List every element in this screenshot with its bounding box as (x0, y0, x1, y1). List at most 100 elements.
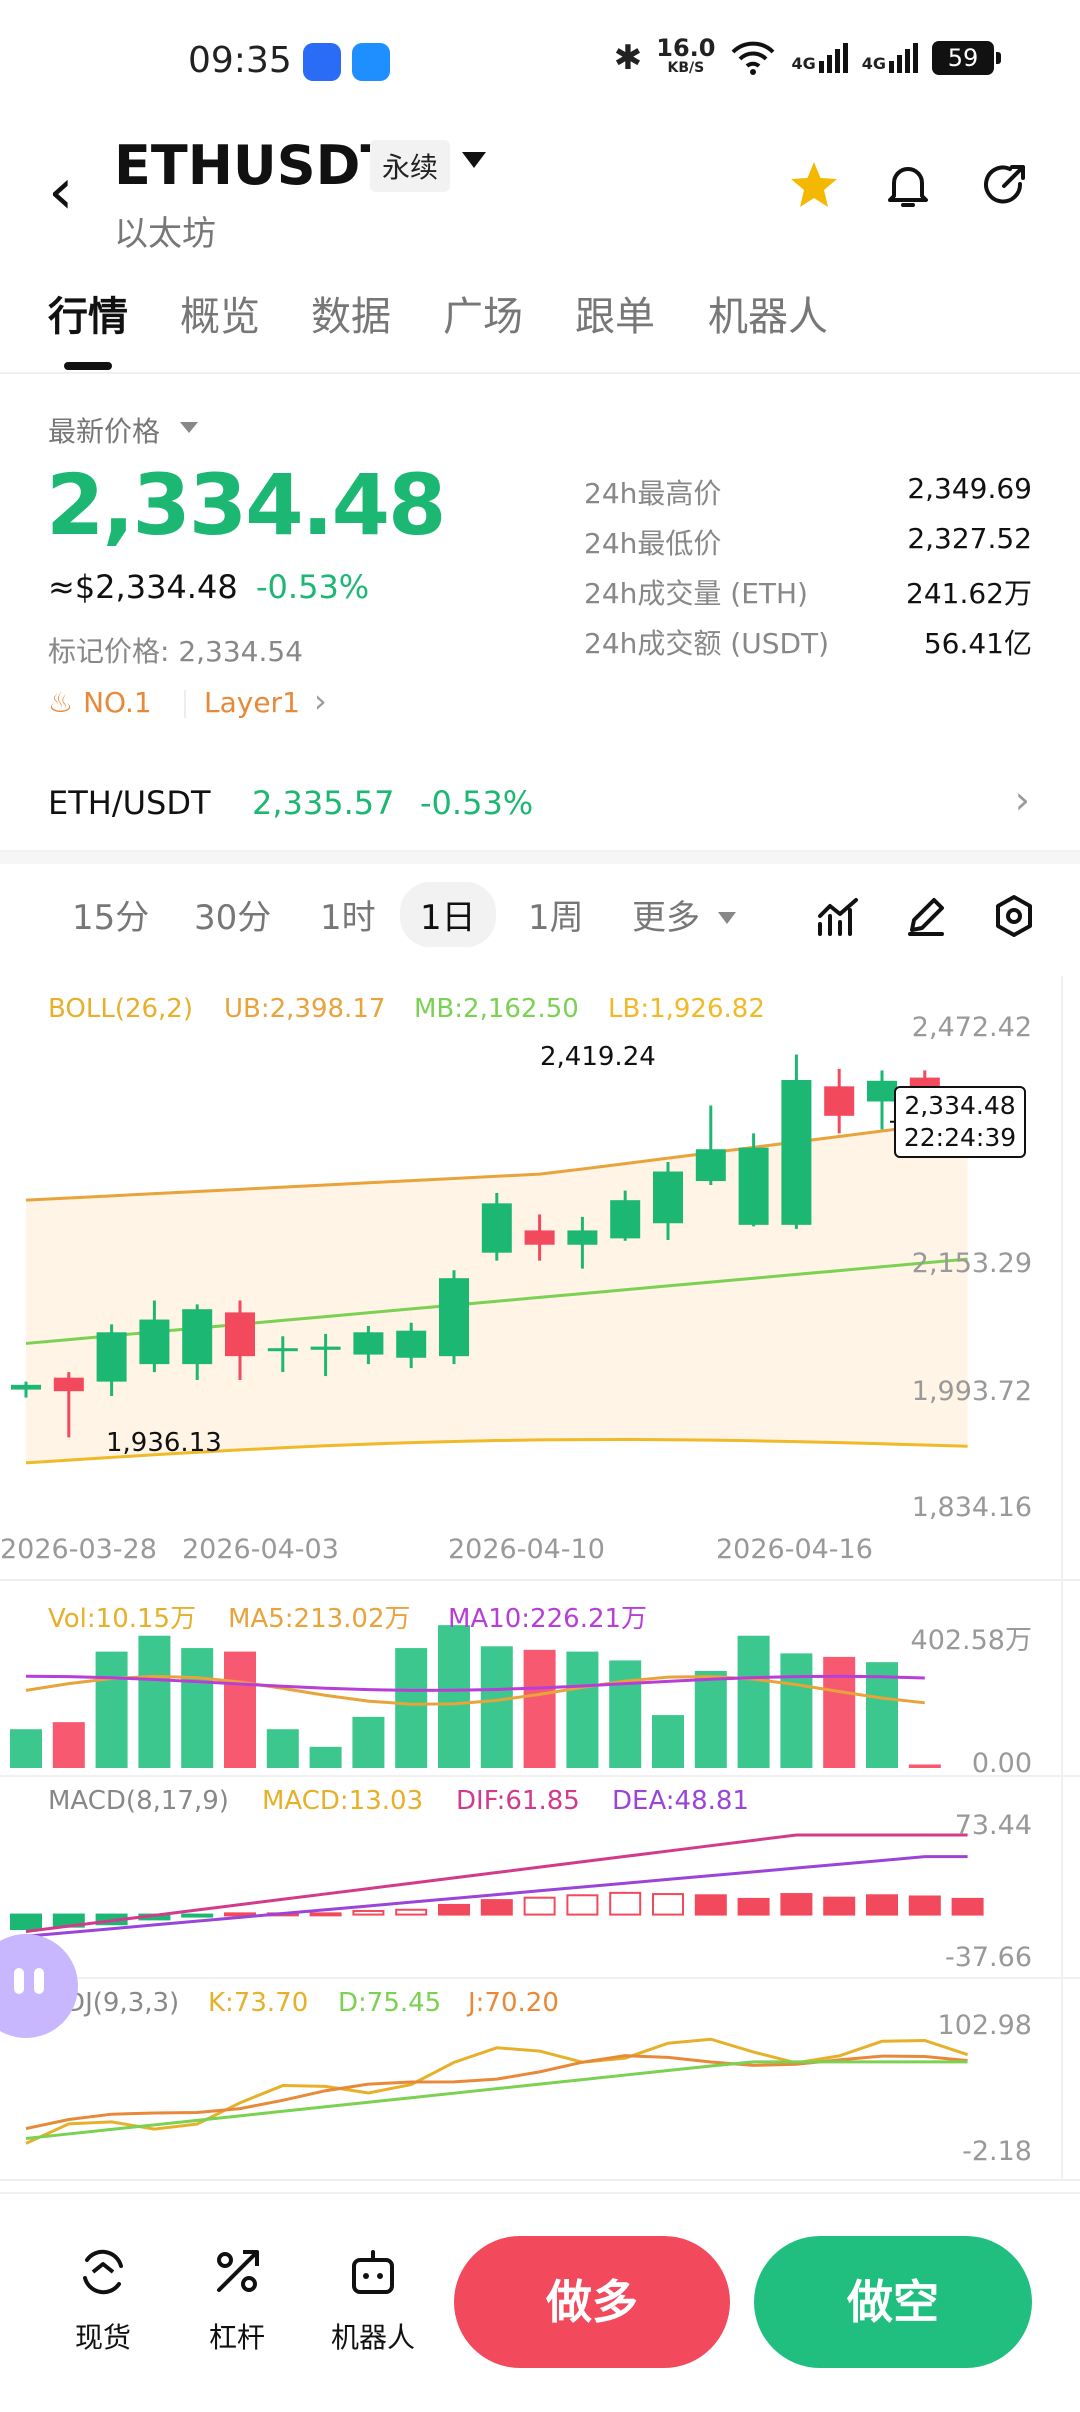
current-price-value: 2,334.48 (904, 1091, 1016, 1120)
tab-bots[interactable]: 机器人 (708, 284, 828, 342)
last-price: 2,334.48 (46, 456, 447, 554)
rank-badge[interactable]: ♨ NO.1 (48, 686, 152, 719)
volume-bar (523, 1649, 556, 1768)
interval-1d[interactable]: 1日 (400, 882, 496, 947)
latest-price-label[interactable]: 最新价格 (48, 410, 160, 450)
candle-body (781, 1079, 812, 1225)
volume-axis-tick: 0.00 (971, 1748, 1032, 1779)
volume-bar (438, 1625, 470, 1768)
back-button[interactable]: ‹ (48, 160, 74, 224)
price-axis-tick: 2,153.29 (911, 1248, 1032, 1279)
macd-histogram-bar (951, 1897, 984, 1916)
macd-histogram-bar (438, 1903, 470, 1916)
candle-countdown: 22:24:39 (903, 1123, 1017, 1152)
volume-bar (181, 1648, 214, 1768)
macd-histogram-bar (694, 1894, 727, 1916)
nav-robot-label: 机器人 (330, 2321, 415, 2354)
volume-bar (652, 1715, 684, 1768)
time-axis-tick: 2026-03-28 (0, 1534, 157, 1565)
chevron-right-icon[interactable]: › (1015, 778, 1030, 822)
interval-1w[interactable]: 1周 (528, 890, 584, 939)
tab-data[interactable]: 数据 (311, 284, 391, 342)
macd-label: MACD(8,17,9) (48, 1786, 229, 1816)
page-title: ETHUSDT (114, 134, 398, 197)
tab-overview[interactable]: 概览 (180, 284, 260, 342)
nav-leverage-label: 杠杆 (208, 2321, 265, 2354)
draw-icon[interactable] (904, 894, 948, 938)
nav-spot-label: 现货 (74, 2321, 131, 2354)
long-button[interactable]: 做多 (454, 2236, 730, 2368)
macd-histogram-bar (523, 1896, 556, 1916)
price-axis-tick: 1,993.72 (911, 1376, 1032, 1407)
candle-body (182, 1309, 213, 1365)
current-price-box[interactable]: 2,334.48 22:24:39 (894, 1086, 1026, 1158)
flame-icon: ♨ (48, 686, 74, 719)
kline-chart[interactable]: BOLL(26,2) UB:2,398.17 MB:2,162.50 LB:1,… (0, 976, 1080, 2184)
boll-mb: MB:2,162.50 (414, 994, 579, 1024)
mark-price: 标记价格: 2,334.54 (48, 635, 304, 668)
bell-icon[interactable] (878, 156, 938, 216)
tab-market[interactable]: 行情 (48, 284, 128, 342)
volume-bar (566, 1651, 599, 1768)
volume-bar (780, 1653, 813, 1768)
macd-axis-tick: -37.66 (944, 1942, 1032, 1973)
time-axis-tick: 2026-04-03 (182, 1534, 339, 1565)
settings-icon[interactable] (992, 894, 1036, 938)
short-button[interactable]: 做空 (754, 2236, 1032, 2368)
nav-leverage[interactable]: 杠杆 (182, 2244, 292, 2356)
macd-histogram-bar (609, 1891, 642, 1916)
main-tabs: 行情 概览 数据 广场 跟单 机器人 (0, 270, 1080, 374)
price-change: -0.53% (256, 568, 370, 606)
time-axis-tick: 2026-04-16 (716, 1534, 873, 1565)
ma10-label: MA10:226.21万 (448, 1604, 648, 1634)
volume-bar (352, 1716, 385, 1768)
kdj-axis-tick: 102.98 (937, 2010, 1032, 2041)
candle-body (610, 1200, 641, 1239)
macd-histogram-bar (866, 1894, 898, 1916)
nav-robot[interactable]: 机器人 (318, 2244, 428, 2356)
rank-badge-text: NO.1 (83, 686, 152, 719)
boll-band-fill (26, 1120, 968, 1463)
interval-more[interactable]: 更多 (632, 890, 700, 939)
macd-histogram-bar (566, 1894, 599, 1916)
stat-value: 2,327.52 (907, 522, 1032, 555)
ma5-label: MA5:213.02万 (228, 1604, 411, 1634)
chevron-down-icon[interactable] (462, 152, 486, 168)
chevron-right-icon[interactable]: › (314, 682, 327, 720)
candle-body (567, 1230, 598, 1245)
candle-body (695, 1149, 726, 1182)
caret-down-icon[interactable] (180, 422, 198, 433)
spot-pair-row[interactable]: ETH/USDT 2,335.57 -0.53% › (0, 760, 1080, 852)
volume-bar (737, 1635, 770, 1768)
candle-body (310, 1346, 341, 1350)
caret-down-icon[interactable] (718, 912, 736, 924)
net-speed: 16.0 KB/S (656, 36, 715, 78)
bluetooth-icon: ✱ (613, 38, 643, 78)
candle-body (524, 1230, 555, 1245)
candle-body (481, 1203, 512, 1253)
interval-30m[interactable]: 30分 (194, 890, 271, 939)
kdj-k-line (25, 2054, 968, 2131)
macd-histogram-bar (823, 1896, 856, 1916)
kdj-k: K:73.70 (208, 1988, 309, 2018)
contract-type-tag[interactable]: 永续 (370, 140, 451, 192)
share-icon[interactable] (974, 156, 1034, 216)
macd-histogram-bar (352, 1909, 385, 1916)
sector-badge[interactable]: Layer1 (204, 686, 300, 719)
candle-body (396, 1330, 427, 1358)
leverage-icon (217, 2250, 259, 2292)
spot-pair-name: ETH/USDT (48, 784, 211, 822)
star-icon[interactable] (784, 156, 844, 216)
wifi-icon (732, 41, 775, 75)
usd-price: ≈$2,334.48 (48, 568, 238, 606)
tab-copy-trading[interactable]: 跟单 (575, 284, 655, 342)
dea-value: DEA:48.81 (612, 1786, 749, 1816)
indicator-icon[interactable] (816, 894, 860, 938)
kdj-d: D:75.45 (338, 1988, 442, 2018)
nav-spot[interactable]: 现货 (48, 2244, 158, 2356)
tab-square[interactable]: 广场 (443, 284, 523, 342)
interval-1h[interactable]: 1时 (320, 890, 376, 939)
volume-bar (395, 1648, 428, 1768)
interval-15m[interactable]: 15分 (72, 890, 149, 939)
signal-icon-2: 4G (862, 43, 918, 73)
